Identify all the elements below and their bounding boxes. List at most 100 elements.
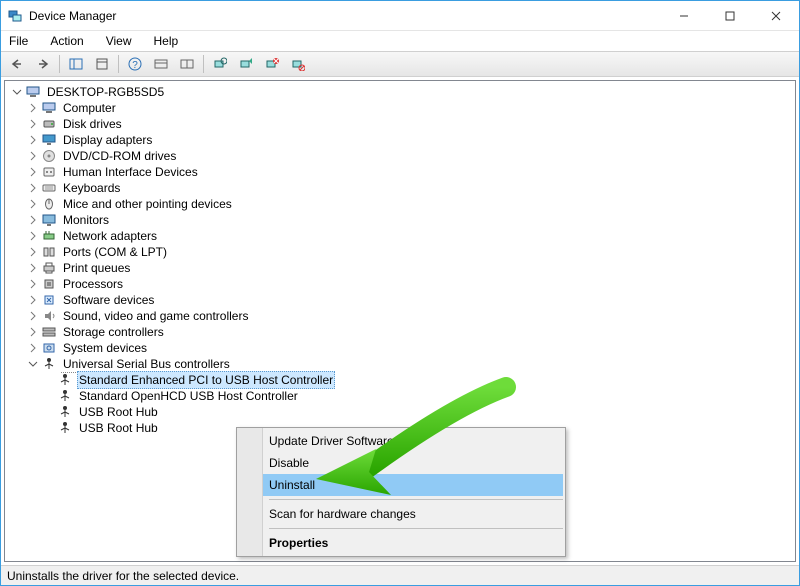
context-menu-gutter [237,428,263,556]
context-menu-uninstall[interactable]: Uninstall [239,474,563,496]
tree-category[interactable]: Disk drives [9,116,795,132]
window-title: Device Manager [29,9,661,23]
scan-hardware-button[interactable] [208,53,232,75]
chevron-right-icon[interactable] [25,132,41,148]
uninstall-button[interactable] [260,53,284,75]
tree-category[interactable]: Ports (COM & LPT) [9,244,795,260]
tree-category[interactable]: System devices [9,340,795,356]
help-button[interactable]: ? [123,53,147,75]
forward-button[interactable] [31,53,55,75]
tree-category[interactable]: Storage controllers [9,324,795,340]
chevron-right-icon[interactable] [25,164,41,180]
minimize-button[interactable] [661,1,707,30]
menu-file[interactable]: File [5,33,32,49]
tree-category[interactable]: DVD/CD-ROM drives [9,148,795,164]
app-icon [7,8,23,24]
category-label: Universal Serial Bus controllers [61,356,232,373]
tree-category[interactable]: Computer [9,100,795,116]
category-label: Ports (COM & LPT) [61,244,169,260]
chevron-right-icon[interactable] [25,260,41,276]
context-menu-separator [269,528,563,529]
chevron-right-icon[interactable] [25,148,41,164]
chevron-right-icon[interactable] [25,116,41,132]
category-label: Sound, video and game controllers [61,308,250,324]
chevron-right-icon[interactable] [25,100,41,116]
chevron-right-icon[interactable] [25,308,41,324]
tree-category[interactable]: Network adapters [9,228,795,244]
tree-category[interactable]: Monitors [9,212,795,228]
usb-icon [57,404,73,420]
menu-view[interactable]: View [102,33,136,49]
show-hide-tree-button[interactable] [64,53,88,75]
chevron-right-icon[interactable] [25,324,41,340]
chevron-right-icon[interactable] [25,276,41,292]
chevron-right-icon[interactable] [25,244,41,260]
menu-action[interactable]: Action [46,33,87,49]
tree-category[interactable]: Mice and other pointing devices [9,196,795,212]
tree-category[interactable]: Human Interface Devices [9,164,795,180]
tree-category[interactable]: Software devices [9,292,795,308]
sound-icon [41,308,57,324]
svg-text:?: ? [132,60,138,71]
context-menu-scan[interactable]: Scan for hardware changes [239,503,563,525]
toolbar-separator [59,55,60,73]
device-label: USB Root Hub [77,404,160,420]
toolbar-button[interactable] [175,53,199,75]
chevron-right-icon[interactable] [25,228,41,244]
properties-button[interactable] [90,53,114,75]
close-button[interactable] [753,1,799,30]
tree-category[interactable]: Keyboards [9,180,795,196]
computer-icon [25,84,41,100]
category-label: Processors [61,276,125,292]
device-label: Standard Enhanced PCI to USB Host Contro… [77,371,335,389]
chevron-right-icon[interactable] [25,212,41,228]
printer-icon [41,260,57,276]
usb-device[interactable]: USB Root Hub [9,404,795,420]
disable-button[interactable] [286,53,310,75]
category-label: Mice and other pointing devices [61,196,234,212]
tree-category[interactable]: Sound, video and game controllers [9,308,795,324]
category-label: Network adapters [61,228,159,244]
context-menu-properties[interactable]: Properties [239,532,563,554]
toolbar-separator [118,55,119,73]
chevron-right-icon[interactable] [25,340,41,356]
update-driver-button[interactable] [234,53,258,75]
dvd-icon [41,148,57,164]
tree-category[interactable]: Print queues [9,260,795,276]
context-menu-separator [269,499,563,500]
maximize-button[interactable] [707,1,753,30]
window-controls [661,1,799,30]
category-label: Monitors [61,212,111,228]
category-label: Disk drives [61,116,124,132]
context-menu-disable[interactable]: Disable [239,452,563,474]
network-icon [41,228,57,244]
category-label: Computer [61,100,118,116]
usb-device[interactable]: Standard Enhanced PCI to USB Host Contro… [9,372,795,388]
disk-icon [41,116,57,132]
category-label: Human Interface Devices [61,164,200,180]
chevron-down-icon[interactable] [25,356,41,372]
back-button[interactable] [5,53,29,75]
context-menu-update-driver[interactable]: Update Driver Software... [239,430,563,452]
usb-device[interactable]: Standard OpenHCD USB Host Controller [9,388,795,404]
chevron-right-icon[interactable] [25,196,41,212]
tree-category-usb[interactable]: Universal Serial Bus controllers [9,356,795,372]
chevron-right-icon[interactable] [25,180,41,196]
chevron-right-icon[interactable] [25,292,41,308]
context-menu: Update Driver Software... Disable Uninst… [236,427,566,557]
usb-icon [41,356,57,372]
menu-help[interactable]: Help [150,33,183,49]
tree-category[interactable]: Processors [9,276,795,292]
category-label: Storage controllers [61,324,166,340]
hid-icon [41,164,57,180]
chevron-down-icon[interactable] [9,84,25,100]
category-label: DVD/CD-ROM drives [61,148,178,164]
system-icon [41,340,57,356]
toolbar-separator [203,55,204,73]
tree-root[interactable]: DESKTOP-RGB5SD5 [9,84,795,100]
device-label: USB Root Hub [77,420,160,436]
menubar: File Action View Help [1,31,799,51]
toolbar-button[interactable] [149,53,173,75]
tree-category[interactable]: Display adapters [9,132,795,148]
toolbar: ? [1,51,799,77]
